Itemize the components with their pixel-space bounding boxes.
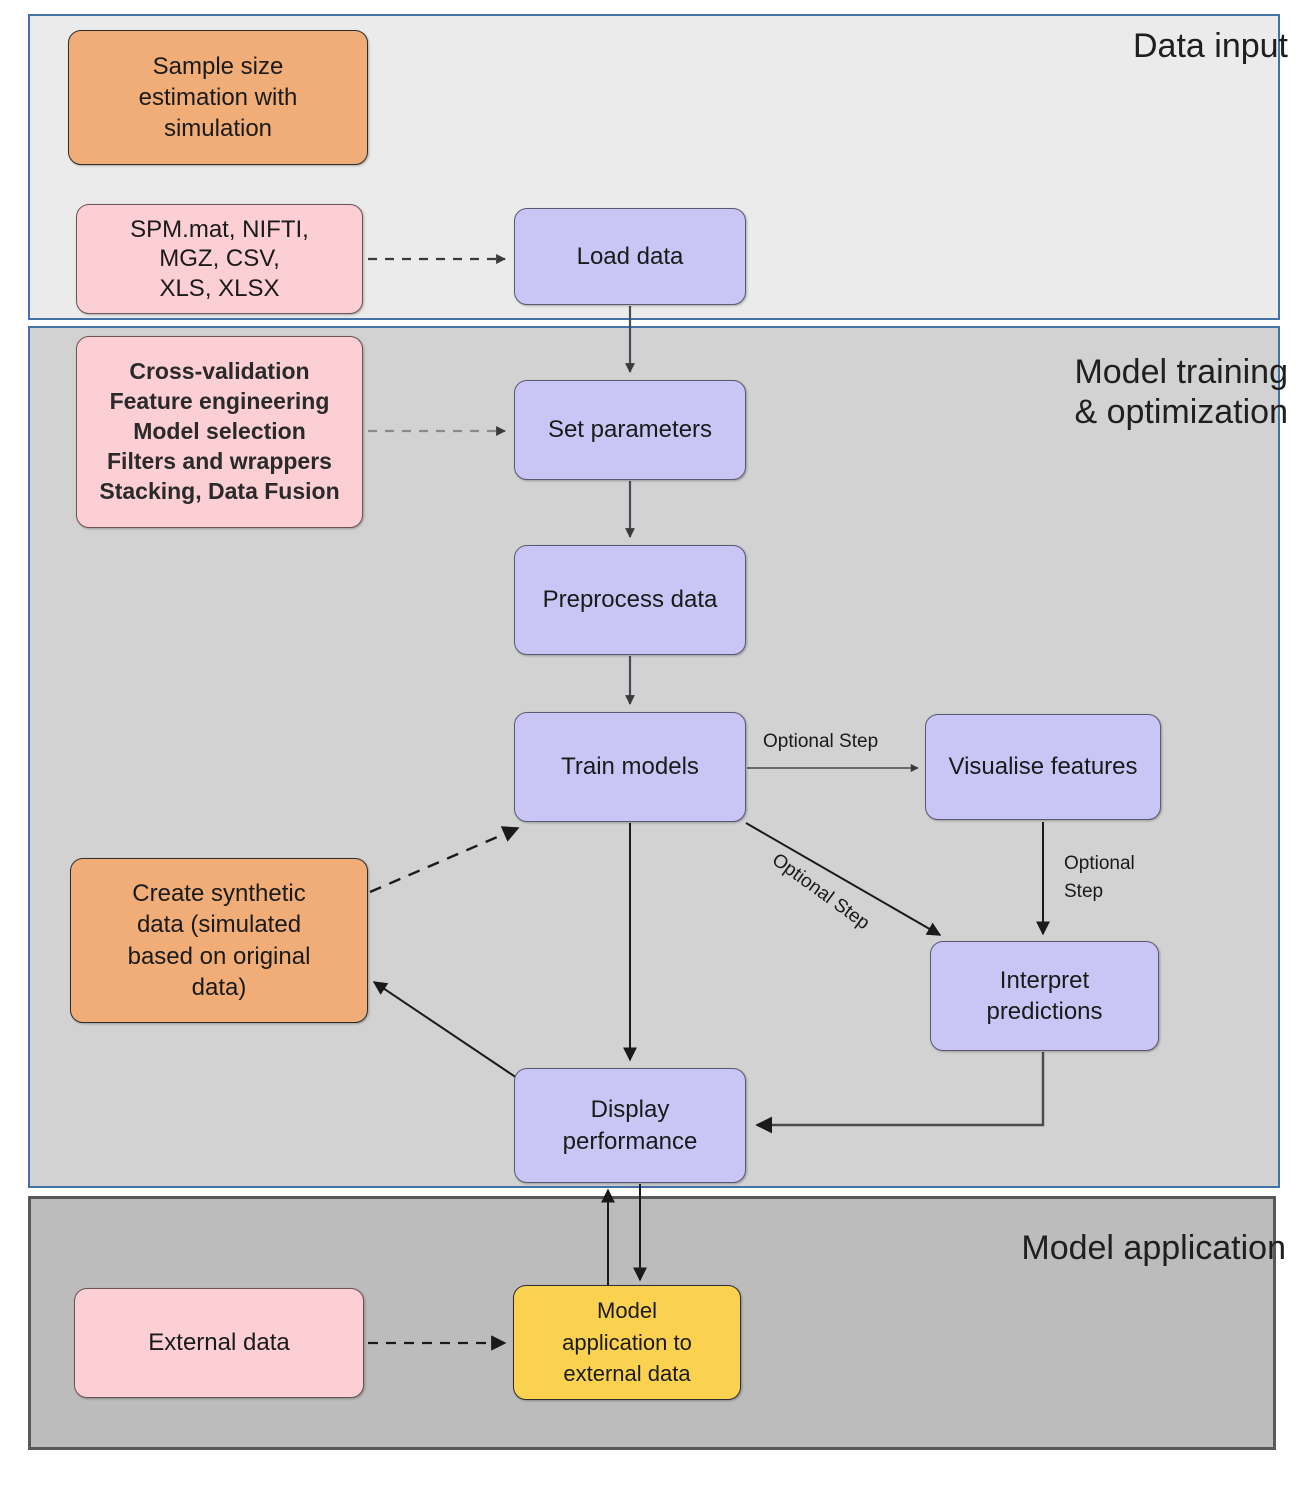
node-visualise-features[interactable]: Visualise features — [925, 714, 1161, 820]
section-title-model-application: Model application — [1021, 1229, 1286, 1267]
node-interpret-predictions[interactable]: Interpret predictions — [930, 941, 1159, 1051]
node-external-data[interactable]: External data — [74, 1288, 364, 1398]
node-preprocess-data[interactable]: Preprocess data — [514, 545, 746, 655]
node-sample-size-estimation[interactable]: Sample size estimation with simulation — [68, 30, 368, 165]
section-title-data-input: Data input — [1133, 27, 1288, 65]
flowchart-canvas: Data input Model training & optimization… — [0, 0, 1312, 1500]
node-train-models[interactable]: Train models — [514, 712, 746, 822]
edge-label-visualise-to-interpret: Optional Step — [1064, 853, 1135, 902]
edge-label-train-to-visualise: Optional Step — [763, 731, 879, 752]
node-configuration-options[interactable]: Cross-validation Feature engineering Mod… — [76, 336, 363, 528]
node-set-parameters[interactable]: Set parameters — [514, 380, 746, 480]
node-file-formats[interactable]: SPM.mat, NIFTI, MGZ, CSV, XLS, XLSX — [76, 204, 363, 314]
node-load-data[interactable]: Load data — [514, 208, 746, 305]
node-model-application-to-external-data[interactable]: Model application to external data — [513, 1285, 741, 1400]
section-title-model-training: Model training & optimization — [1074, 353, 1288, 432]
node-display-performance[interactable]: Display performance — [514, 1068, 746, 1183]
node-create-synthetic-data[interactable]: Create synthetic data (simulated based o… — [70, 858, 368, 1023]
